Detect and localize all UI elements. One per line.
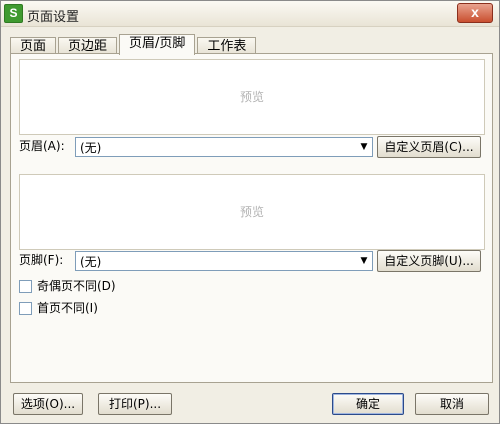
header-label: 页眉(A): — [19, 139, 65, 153]
print-button[interactable]: 打印(P)... — [98, 393, 172, 415]
footer-label: 页脚(F): — [19, 253, 64, 267]
dropdown-arrow-icon[interactable]: ▼ — [356, 252, 372, 270]
tab-bar: 页面 页边距 页眉/页脚 工作表 — [10, 34, 258, 55]
header-select-value: (无) — [80, 141, 102, 155]
page-setup-dialog: S 页面设置 x 页面 页边距 页眉/页脚 工作表 预览 页眉(A): (无) … — [0, 0, 500, 424]
cancel-button[interactable]: 取消 — [415, 393, 489, 415]
ok-button[interactable]: 确定 — [332, 393, 404, 415]
custom-header-button[interactable]: 自定义页眉(C)... — [377, 136, 481, 158]
odd-even-label[interactable]: 奇偶页不同(D) — [37, 279, 116, 293]
tab-panel: 预览 页眉(A): (无) ▼ 自定义页眉(C)... 预览 页脚(F): (无… — [10, 53, 493, 383]
odd-even-checkbox[interactable] — [19, 280, 32, 293]
dropdown-arrow-icon[interactable]: ▼ — [356, 138, 372, 156]
tab-header-footer[interactable]: 页眉/页脚 — [119, 34, 196, 55]
first-page-label[interactable]: 首页不同(I) — [37, 301, 98, 315]
dialog-title: 页面设置 — [27, 10, 80, 25]
custom-footer-button[interactable]: 自定义页脚(U)... — [377, 250, 481, 272]
footer-select[interactable]: (无) ▼ — [75, 251, 373, 271]
title-bar[interactable]: S 页面设置 x — [1, 1, 499, 27]
header-preview: 预览 — [19, 59, 485, 135]
app-icon: S — [4, 4, 23, 23]
first-page-checkbox[interactable] — [19, 302, 32, 315]
options-button[interactable]: 选项(O)... — [13, 393, 83, 415]
close-button[interactable]: x — [457, 3, 493, 23]
footer-select-value: (无) — [80, 255, 102, 269]
header-select[interactable]: (无) ▼ — [75, 137, 373, 157]
footer-preview: 预览 — [19, 174, 485, 250]
